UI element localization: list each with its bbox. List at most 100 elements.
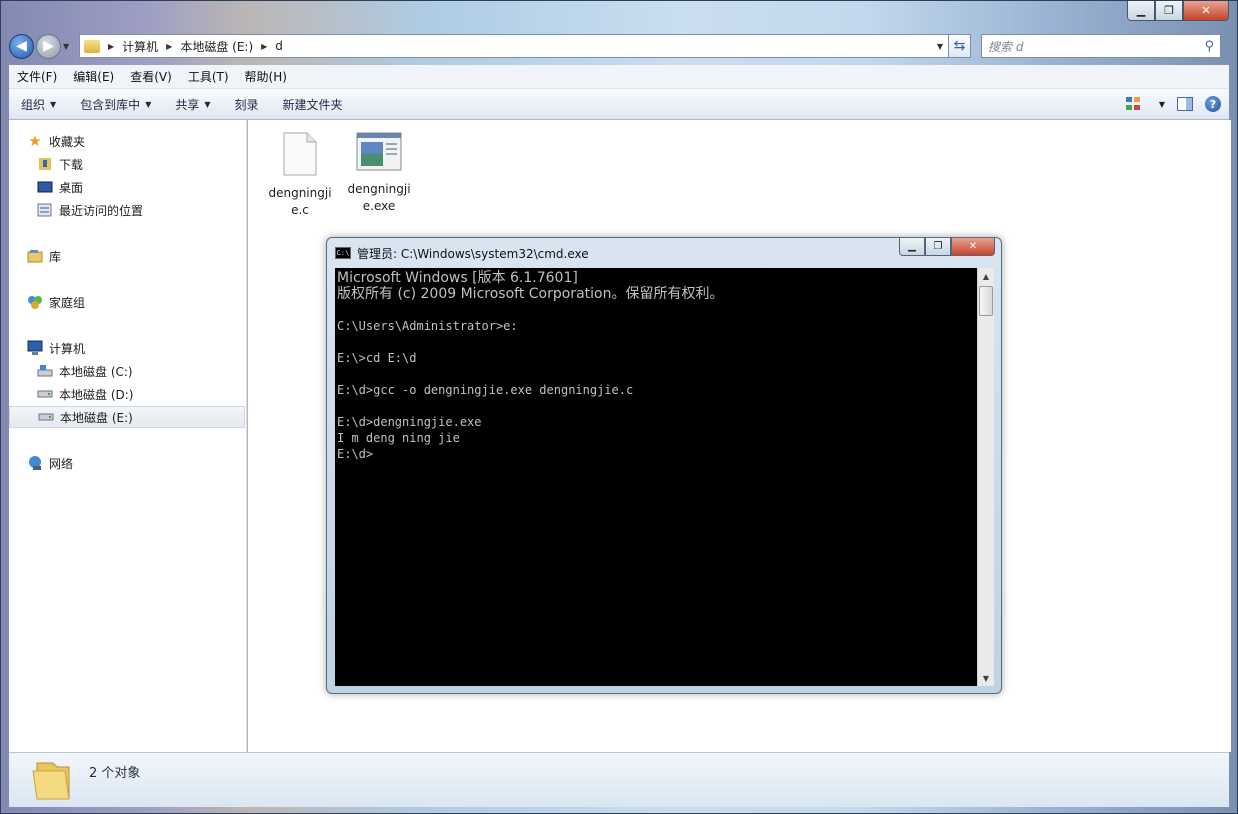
file-name: dengningjie.c — [268, 186, 332, 217]
c-file-icon — [282, 132, 318, 179]
forward-arrow-icon: ▶ — [43, 38, 54, 54]
preview-pane-icon[interactable] — [1177, 96, 1193, 112]
menu-tools[interactable]: 工具(T) — [180, 68, 237, 85]
console-line: E:\d>dengningjie.exe — [337, 415, 482, 429]
console-line: E:\d> — [337, 447, 374, 461]
minimize-button[interactable]: ▁ — [1127, 1, 1155, 21]
recent-places-icon — [37, 202, 53, 218]
downloads-folder-icon — [37, 156, 53, 172]
include-in-library-button[interactable]: 包含到库中 ▼ — [68, 96, 163, 113]
nav-desktop-label: 桌面 — [59, 180, 84, 195]
back-button[interactable]: ◀ — [9, 33, 34, 59]
cmd-restore-button[interactable]: ❐ — [925, 238, 951, 256]
menu-bar: 文件(F) 编辑(E) 查看(V) 工具(T) 帮助(H) — [9, 65, 1229, 89]
file-item-exe[interactable]: dengningjie.exe — [343, 132, 415, 215]
address-row: ◀ ▶ ▼ ▶ 计算机 ▶ 本地磁盘 (E:) ▶ d ▼ ⇆ 搜索 d ⚲ — [9, 32, 1229, 60]
nav-drive-d-label: 本地磁盘 (D:) — [59, 387, 134, 402]
breadcrumb-drive-e[interactable]: 本地磁盘 (E:) — [180, 38, 253, 55]
cmd-title-bar[interactable]: C:\ 管理员: C:\Windows\system32\cmd.exe — [335, 244, 589, 262]
console-line: I m deng ning jie — [337, 431, 460, 445]
nav-homegroup[interactable]: 家庭组 — [27, 291, 263, 313]
command-bar: 组织 ▼ 包含到库中 ▼ 共享 ▼ 刻录 新建文件夹 ▼ ? — [9, 89, 1229, 120]
nav-recent-places[interactable]: 最近访问的位置 — [37, 199, 273, 221]
file-item-c[interactable]: dengningjie.c — [264, 132, 336, 219]
nav-downloads[interactable]: 下载 — [37, 153, 273, 175]
console-line: E:\d>gcc -o dengningjie.exe dengningjie.… — [337, 383, 634, 397]
scroll-thumb[interactable] — [979, 286, 993, 316]
cmd-close-button[interactable]: ✕ — [951, 238, 995, 256]
menu-help[interactable]: 帮助(H) — [237, 68, 295, 85]
close-button[interactable]: ✕ — [1183, 1, 1229, 21]
menu-file[interactable]: 文件(F) — [9, 68, 65, 85]
scroll-down-icon[interactable]: ▼ — [978, 670, 994, 686]
cmd-icon: C:\ — [335, 247, 351, 259]
menu-view[interactable]: 查看(V) — [122, 68, 180, 85]
chevron-down-icon: ▼ — [50, 99, 57, 109]
breadcrumb-folder-d[interactable]: d — [275, 39, 283, 53]
nav-drive-d[interactable]: 本地磁盘 (D:) — [37, 383, 273, 405]
chevron-down-icon: ▼ — [145, 99, 152, 109]
address-bar[interactable]: ▶ 计算机 ▶ 本地磁盘 (E:) ▶ d ▼ — [79, 34, 949, 58]
cmd-caption-buttons: ▁ ❐ ✕ — [899, 238, 995, 256]
cmd-window[interactable]: C:\ 管理员: C:\Windows\system32\cmd.exe ▁ ❐… — [326, 237, 1002, 694]
recent-pages-dropdown[interactable]: ▼ — [63, 42, 73, 51]
breadcrumb-computer[interactable]: 计算机 — [122, 38, 158, 55]
system-drive-icon — [37, 363, 53, 379]
status-bar: 2 个对象 — [9, 752, 1229, 807]
view-options-dropdown-icon[interactable]: ▼ — [1159, 100, 1165, 109]
console-output[interactable]: Microsoft Windows [版本 6.1.7601] 版权所有 (c) … — [335, 268, 977, 686]
help-icon[interactable]: ? — [1205, 96, 1221, 112]
nav-desktop[interactable]: 桌面 — [37, 176, 273, 198]
search-input[interactable]: 搜索 d ⚲ — [981, 34, 1221, 58]
refresh-icon: ⇆ — [953, 38, 966, 54]
nav-favorites-label: 收藏夹 — [49, 134, 86, 149]
forward-button[interactable]: ▶ — [36, 33, 61, 59]
share-label: 共享 — [175, 97, 200, 112]
nav-drive-c-label: 本地磁盘 (C:) — [59, 364, 133, 379]
new-folder-label: 新建文件夹 — [282, 97, 343, 112]
star-icon: ★ — [28, 132, 42, 150]
back-arrow-icon: ◀ — [16, 38, 27, 54]
new-folder-button[interactable]: 新建文件夹 — [271, 96, 355, 113]
cmd-scrollbar[interactable]: ▲ ▼ — [977, 268, 994, 686]
include-in-library-label: 包含到库中 — [80, 97, 141, 112]
organize-button[interactable]: 组织 ▼ — [9, 96, 68, 113]
file-name: dengningjie.exe — [347, 182, 411, 213]
nav-drive-e-label: 本地磁盘 (E:) — [60, 410, 133, 425]
nav-computer[interactable]: 计算机 — [27, 337, 263, 359]
refresh-button[interactable]: ⇆ — [949, 34, 971, 58]
nav-homegroup-label: 家庭组 — [49, 295, 86, 310]
folder-icon — [84, 39, 100, 53]
item-count: 2 个对象 — [89, 766, 141, 781]
search-placeholder: 搜索 d — [988, 39, 1024, 54]
search-icon[interactable]: ⚲ — [1204, 39, 1214, 54]
cmd-minimize-button[interactable]: ▁ — [899, 238, 925, 256]
cmd-title: 管理员: C:\Windows\system32\cmd.exe — [357, 246, 589, 261]
address-history-dropdown[interactable]: ▼ — [932, 42, 948, 51]
breadcrumb-separator-icon[interactable]: ▶ — [261, 42, 267, 51]
breadcrumb-separator-icon[interactable]: ▶ — [108, 42, 114, 51]
breadcrumb-separator-icon[interactable]: ▶ — [166, 42, 172, 51]
library-icon — [27, 248, 43, 264]
nav-recent-label: 最近访问的位置 — [59, 203, 144, 218]
console-line: 版权所有 (c) 2009 Microsoft Corporation。保留所有… — [337, 286, 724, 302]
nav-drive-c[interactable]: 本地磁盘 (C:) — [37, 360, 273, 382]
nav-network[interactable]: 网络 — [27, 452, 263, 474]
view-options-icon[interactable] — [1125, 96, 1142, 112]
organize-label: 组织 — [21, 97, 46, 112]
homegroup-icon — [27, 294, 43, 310]
desktop-icon — [37, 179, 53, 195]
menu-edit[interactable]: 编辑(E) — [65, 68, 122, 85]
drive-icon — [38, 409, 54, 425]
share-button[interactable]: 共享 ▼ — [163, 96, 222, 113]
nav-network-label: 网络 — [49, 456, 74, 471]
nav-drive-e[interactable]: 本地磁盘 (E:) — [9, 406, 245, 428]
computer-icon — [27, 340, 43, 356]
scroll-up-icon[interactable]: ▲ — [978, 268, 994, 284]
maximize-button[interactable]: ❐ — [1155, 1, 1183, 21]
nav-favorites[interactable]: ★ 收藏夹 — [27, 130, 263, 152]
nav-libraries[interactable]: 库 — [27, 245, 263, 267]
burn-button[interactable]: 刻录 — [223, 96, 271, 113]
